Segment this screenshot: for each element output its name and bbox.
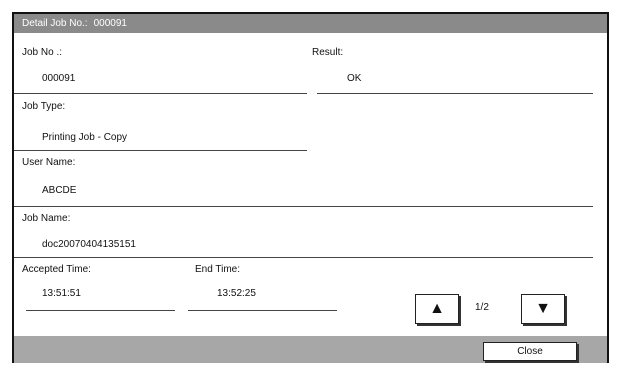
page-up-button[interactable]: ▲ [415,294,459,324]
result-divider [317,93,593,94]
triangle-down-icon: ▼ [535,300,551,317]
footer-bar: Close [14,336,607,363]
job-type-label: Job Type: [22,101,66,112]
accepted-time-label: Accepted Time: [22,264,91,275]
job-type-divider [14,150,307,151]
end-time-divider [188,310,337,311]
title-bar: Detail Job No.: 000091 [14,14,607,33]
accepted-time-value: 13:51:51 [42,288,81,299]
end-time-label: End Time: [195,264,241,275]
result-label: Result: [312,47,344,58]
close-button[interactable]: Close [483,342,577,361]
job-name-divider [14,257,593,258]
job-no-label: Job No .: [22,47,63,58]
user-name-divider [14,206,593,207]
job-detail-panel: Detail Job No.: 000091 Job No .: 000091 R… [12,12,609,363]
page-indicator: 1/2 [475,302,489,313]
job-no-value: 000091 [42,73,76,84]
job-name-value: doc20070404135151 [42,239,136,250]
result-value: OK [347,73,362,84]
title-job-number: 000091 [93,18,127,29]
triangle-up-icon: ▲ [429,300,445,317]
user-name-label: User Name: [22,157,76,168]
title-label: Detail Job No.: [22,18,88,29]
job-name-label: Job Name: [22,213,71,224]
accepted-time-divider [26,310,175,311]
end-time-value: 13:52:25 [217,288,256,299]
user-name-value: ABCDE [42,185,77,196]
job-type-value: Printing Job - Copy [42,132,128,143]
page-down-button[interactable]: ▼ [521,294,565,324]
job-no-divider [14,93,307,94]
